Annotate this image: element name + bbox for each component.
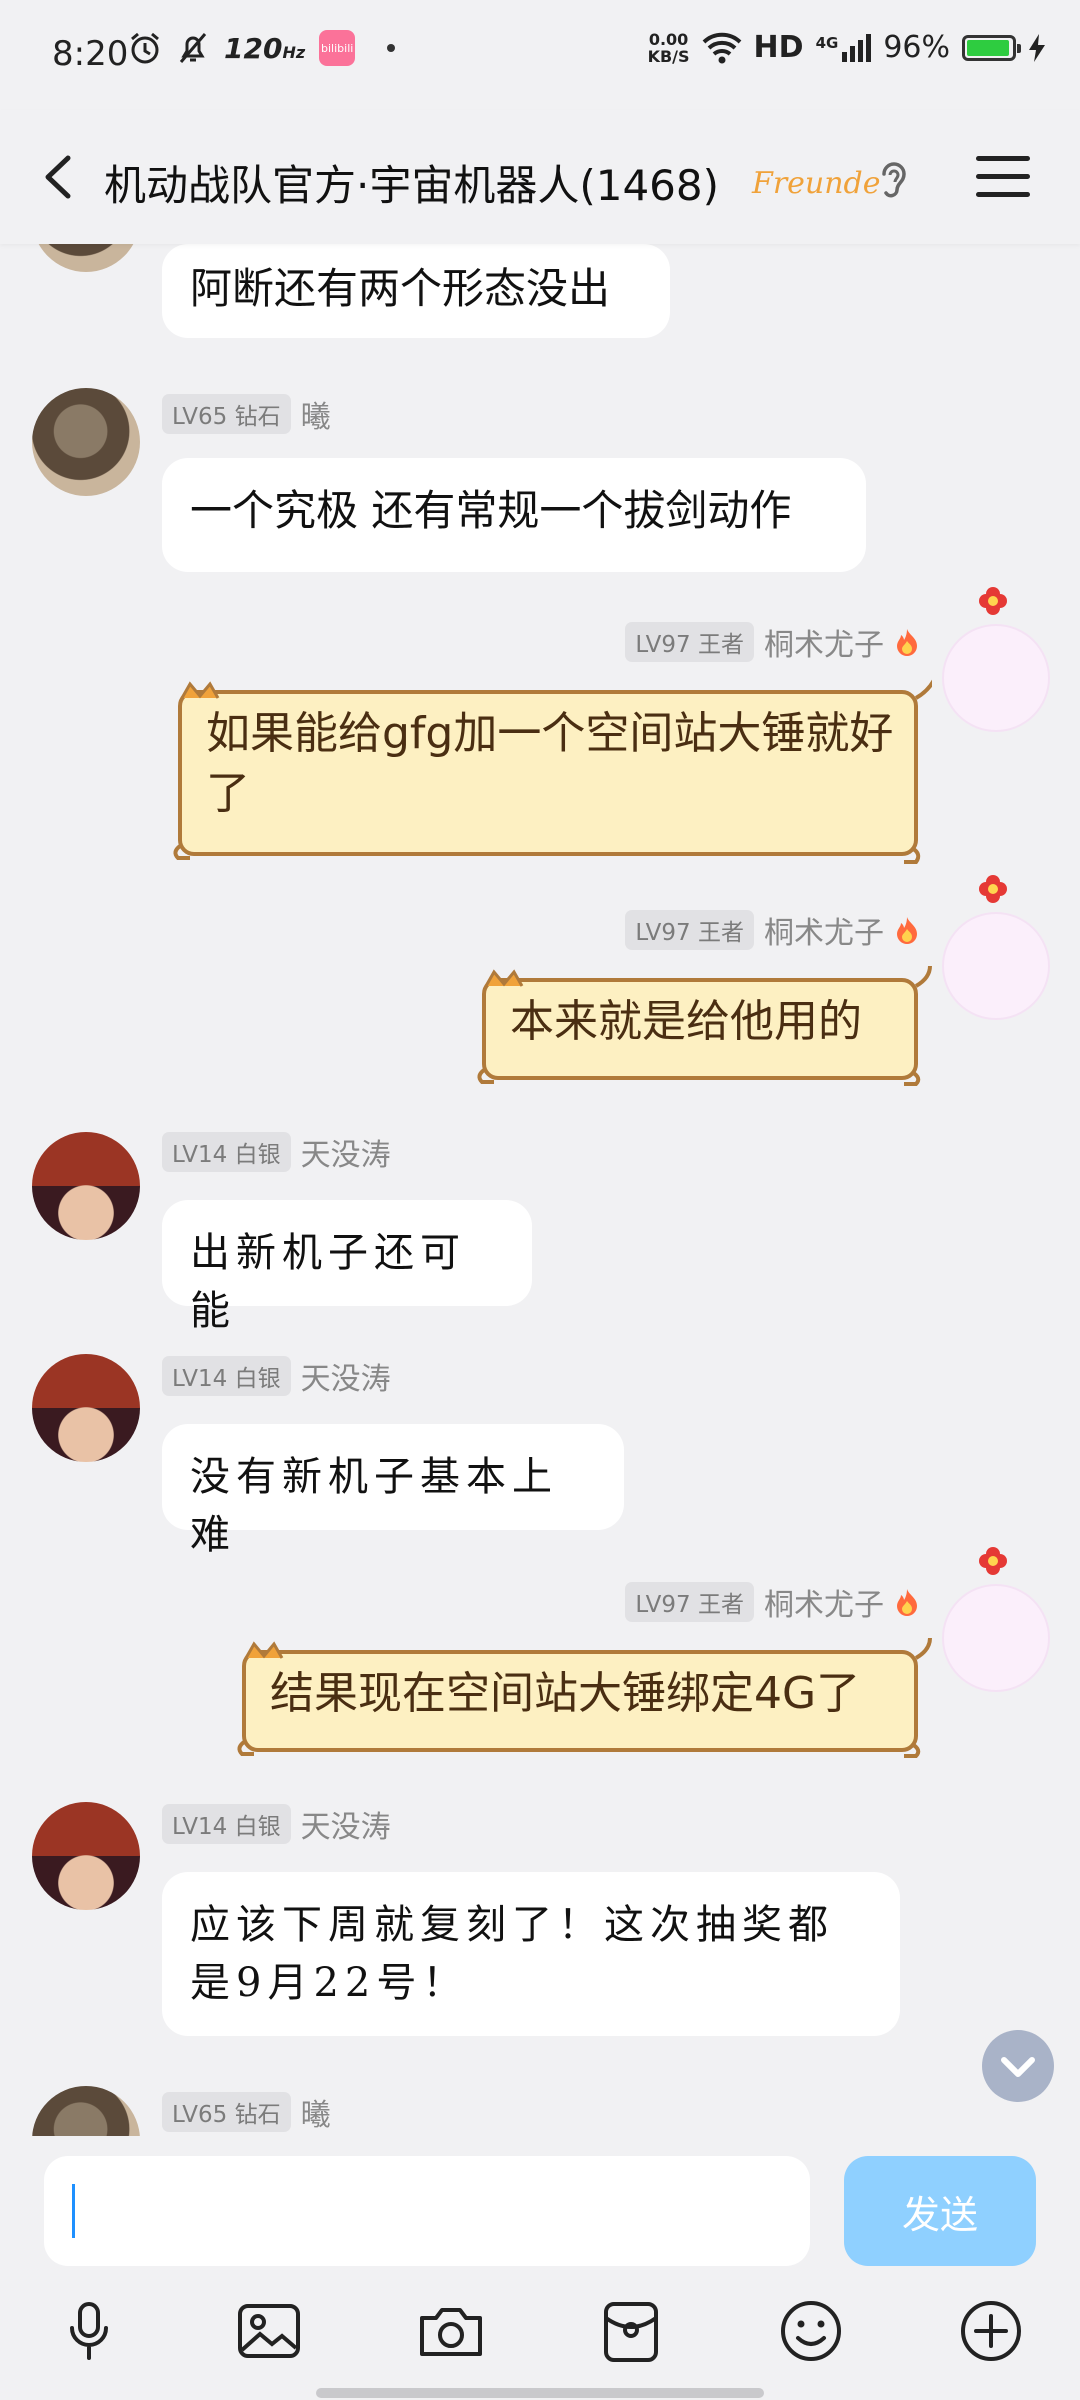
menu-icon[interactable] bbox=[976, 156, 1030, 200]
cat-themed-bubble[interactable]: 本来就是给他用的 bbox=[476, 966, 932, 1090]
sender-name: 天没涛 bbox=[300, 1362, 391, 1397]
wifi-icon bbox=[702, 32, 741, 63]
sender-meta: LV97 王者 桐术尤子 bbox=[625, 1580, 920, 1624]
avatar[interactable] bbox=[32, 1802, 140, 1910]
plus-icon[interactable] bbox=[956, 2296, 1026, 2366]
scroll-to-bottom-button[interactable] bbox=[982, 2030, 1054, 2102]
battery-icon bbox=[962, 34, 1021, 61]
group-badge: Freunde bbox=[752, 166, 881, 201]
message-bubble[interactable]: 出新机子还可能 bbox=[162, 1200, 532, 1334]
message-bubble[interactable]: 阿断还有两个形态没出 bbox=[162, 244, 670, 338]
bell-off-icon bbox=[179, 33, 207, 63]
level-badge: LV65 钻石 bbox=[162, 394, 291, 434]
avatar[interactable] bbox=[32, 244, 140, 272]
text-cursor bbox=[72, 2184, 75, 2238]
sender-meta: LV97 王者 桐术尤子 bbox=[625, 620, 920, 664]
alarm-icon bbox=[131, 32, 159, 64]
chat-list[interactable]: 阿断还有两个形态没出 LV65 钻石 曦 一个究极 还有常规一个拔剑动作 LV9… bbox=[0, 244, 1080, 2136]
fire-icon bbox=[897, 917, 917, 944]
level-badge: LV97 王者 bbox=[625, 1582, 754, 1622]
status-right-icons: 0.00 KB/S HD 4G 96% bbox=[648, 30, 1046, 65]
level-badge: LV97 王者 bbox=[625, 910, 754, 950]
level-badge: LV65 钻石 bbox=[162, 2092, 291, 2132]
message-bubble[interactable]: 没有新机子基本上难 bbox=[162, 1424, 624, 1558]
message-bubble[interactable]: 应该下周就复刻了！这次抽奖都是9月22号！ bbox=[162, 1872, 900, 2036]
message-text: 如果能给gfg加一个空间站大锤就好了 bbox=[206, 708, 894, 819]
input-toolbar bbox=[0, 2296, 1080, 2384]
ear-icon[interactable] bbox=[874, 158, 914, 202]
flower-decoration-icon bbox=[979, 1547, 1007, 1575]
sender-name: 曦 bbox=[300, 2098, 331, 2133]
status-bar: 8:20 120Hz bilibili 0.00 KB/S HD 4G 96% bbox=[0, 0, 1080, 110]
status-time: 8:20 bbox=[52, 34, 129, 74]
red-packet-icon[interactable] bbox=[596, 2296, 666, 2366]
avatar[interactable] bbox=[32, 1132, 140, 1240]
message-bubble[interactable]: 一个究极 还有常规一个拔剑动作 bbox=[162, 458, 866, 572]
signal-icon: 4G bbox=[816, 33, 872, 62]
message-input[interactable] bbox=[44, 2156, 810, 2266]
sender-meta: LV14 白银 天没涛 bbox=[162, 1354, 391, 1398]
battery-percent: 96% bbox=[883, 30, 950, 65]
fire-icon bbox=[897, 629, 917, 656]
sender-meta: LV14 白银 天没涛 bbox=[162, 1802, 391, 1846]
flower-decoration-icon bbox=[979, 875, 1007, 903]
sender-meta: LV65 钻石 曦 bbox=[162, 2090, 331, 2134]
hd-indicator: HD bbox=[753, 30, 804, 65]
level-badge: LV14 白银 bbox=[162, 1804, 291, 1844]
level-badge: LV97 王者 bbox=[625, 622, 754, 662]
chevron-down-icon bbox=[1001, 2057, 1035, 2077]
sender-name: 天没涛 bbox=[300, 1810, 391, 1845]
cat-themed-bubble[interactable]: 结果现在空间站大锤绑定4G了 bbox=[236, 1638, 932, 1762]
sender-name: 天没涛 bbox=[300, 1138, 391, 1173]
home-indicator[interactable] bbox=[316, 2388, 764, 2398]
sender-meta: LV97 王者 桐术尤子 bbox=[625, 908, 920, 952]
status-left-icons: 120Hz bilibili bbox=[128, 30, 396, 66]
message-text: 结果现在空间站大锤绑定4G了 bbox=[270, 1668, 861, 1719]
sender-meta: LV14 白银 天没涛 bbox=[162, 1130, 391, 1174]
input-area: 发送 bbox=[0, 2136, 1080, 2400]
group-title: 机动战队官方·宇宙机器人(1468) bbox=[104, 161, 720, 210]
level-badge: LV14 白银 bbox=[162, 1356, 291, 1396]
avatar[interactable] bbox=[942, 912, 1050, 1020]
refresh-rate: 120Hz bbox=[224, 31, 306, 65]
fire-icon bbox=[897, 1589, 917, 1616]
net-speed: 0.00 KB/S bbox=[647, 29, 690, 66]
sender-name: 桐术尤子 bbox=[764, 628, 884, 663]
microphone-icon[interactable] bbox=[54, 2296, 124, 2366]
sender-meta: LV65 钻石 曦 bbox=[162, 392, 331, 436]
sender-name: 桐术尤子 bbox=[764, 1588, 884, 1623]
level-badge: LV14 白银 bbox=[162, 1132, 291, 1172]
charging-icon bbox=[1029, 33, 1045, 62]
avatar[interactable] bbox=[32, 2086, 140, 2136]
back-icon[interactable] bbox=[36, 152, 86, 202]
flower-decoration-icon bbox=[979, 587, 1007, 615]
avatar[interactable] bbox=[32, 1354, 140, 1462]
cat-themed-bubble[interactable]: 如果能给gfg加一个空间站大锤就好了 bbox=[172, 678, 932, 866]
image-icon[interactable] bbox=[234, 2296, 304, 2366]
camera-icon[interactable] bbox=[416, 2296, 486, 2366]
send-button[interactable]: 发送 bbox=[844, 2156, 1036, 2266]
message-text: 本来就是给他用的 bbox=[510, 996, 862, 1047]
avatar[interactable] bbox=[942, 1584, 1050, 1692]
notification-dot bbox=[387, 44, 396, 52]
sender-name: 桐术尤子 bbox=[764, 916, 884, 951]
sender-name: 曦 bbox=[300, 400, 331, 435]
avatar[interactable] bbox=[942, 624, 1050, 732]
bilibili-app-icon: bilibili bbox=[319, 30, 356, 66]
avatar[interactable] bbox=[32, 388, 140, 496]
emoji-icon[interactable] bbox=[776, 2296, 846, 2366]
chat-header: 机动战队官方·宇宙机器人(1468) Freunde bbox=[0, 110, 1080, 244]
